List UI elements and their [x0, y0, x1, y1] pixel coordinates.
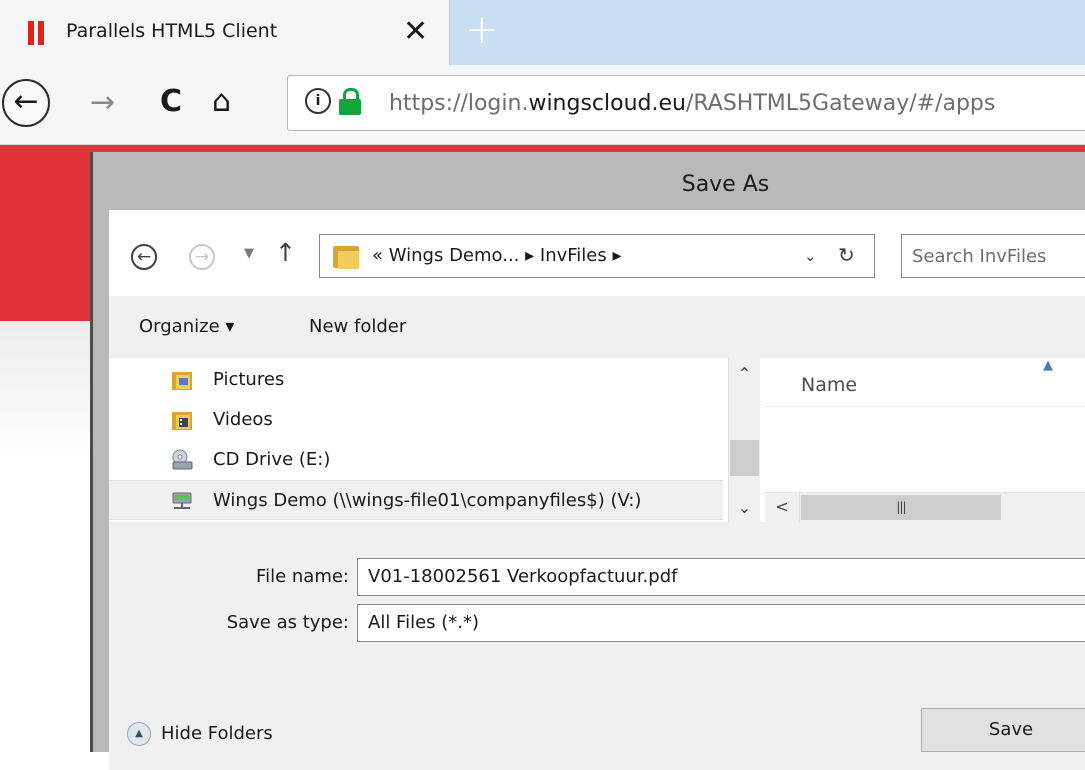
organize-menu[interactable]: Organize ▾	[139, 316, 234, 337]
forward-arrow-icon[interactable]: →	[90, 83, 115, 123]
browser-nav-bar: ← → C ⌂ i https://login.wingscloud.eu/RA…	[0, 65, 1085, 145]
parallels-logo-icon	[28, 21, 46, 45]
home-icon[interactable]: ⌂	[212, 82, 231, 122]
save-as-type-label: Save as type:	[226, 612, 349, 633]
scroll-down-icon[interactable]: ⌄	[729, 498, 760, 517]
nav-item-label: CD Drive (E:)	[213, 449, 331, 470]
url-bar[interactable]: i https://login.wingscloud.eu/RASHTML5Ga…	[287, 75, 1085, 131]
hide-folders-label[interactable]: Hide Folders	[161, 723, 273, 744]
search-input[interactable]	[912, 243, 1085, 269]
nav-item-videos[interactable]: Videos	[109, 400, 723, 440]
save-as-dialog: Save As ← → ▼ ↑ « Wings Demo... ▸ InvFil…	[90, 152, 1085, 770]
scroll-up-icon[interactable]: ⌃	[729, 364, 760, 383]
recent-locations-chevron-icon[interactable]: ▼	[244, 246, 254, 261]
navigation-pane: Pictures Videos CD Drive (E:) Wings Demo…	[109, 358, 723, 522]
save-button[interactable]: Save	[921, 708, 1085, 752]
folder-icon	[333, 243, 359, 269]
pictures-folder-icon	[172, 372, 192, 390]
nav-item-label: Pictures	[213, 369, 285, 390]
tab-title: Parallels HTML5 Client	[66, 20, 278, 42]
scroll-left-icon[interactable]: <	[765, 493, 800, 522]
network-drive-icon	[172, 492, 192, 509]
back-arrow-icon[interactable]: ←	[2, 79, 50, 127]
refresh-icon[interactable]: ↻	[838, 243, 855, 267]
address-row: ← → ▼ ↑ « Wings Demo... ▸ InvFiles ▸ ⌄ ↻	[109, 210, 1085, 296]
dialog-body: ← → ▼ ↑ « Wings Demo... ▸ InvFiles ▸ ⌄ ↻…	[109, 210, 1085, 770]
info-icon[interactable]: i	[305, 88, 331, 114]
save-form: File name: V01-18002561 Verkoopfactuur.p…	[109, 522, 1085, 770]
file-list-pane: ▲ Name < |||	[765, 358, 1085, 522]
nav-item-wings-demo[interactable]: Wings Demo (\\wings-file01\companyfiles$…	[109, 480, 723, 520]
column-header-name[interactable]: Name	[801, 374, 857, 396]
hscrollbar-thumb[interactable]: |||	[801, 495, 1001, 520]
save-as-type-select[interactable]: All Files (*.*)	[357, 604, 1085, 642]
nav-item-pictures[interactable]: Pictures	[109, 360, 723, 400]
file-name-label: File name:	[256, 566, 349, 587]
cd-drive-icon	[172, 449, 193, 470]
up-arrow-icon[interactable]: ↑	[275, 238, 296, 267]
nav-item-cd-drive[interactable]: CD Drive (E:)	[109, 440, 723, 480]
nav-item-label: Wings Demo (\\wings-file01\companyfiles$…	[213, 490, 642, 511]
collapse-up-icon[interactable]: ▲	[127, 722, 151, 746]
scrollbar-thumb[interactable]	[730, 440, 759, 476]
back-icon[interactable]: ←	[131, 244, 157, 270]
new-folder-button[interactable]: New folder	[309, 316, 406, 337]
column-divider	[765, 406, 1085, 407]
breadcrumb-path[interactable]: « Wings Demo... ▸ InvFiles ▸	[372, 245, 622, 266]
breadcrumb[interactable]: « Wings Demo... ▸ InvFiles ▸ ⌄ ↻	[319, 234, 875, 278]
sort-ascending-icon: ▲	[1043, 358, 1053, 373]
search-box[interactable]	[901, 234, 1085, 278]
chevron-down-icon[interactable]: ⌄	[804, 247, 817, 265]
videos-folder-icon	[172, 412, 192, 430]
dialog-toolbar: Organize ▾ New folder	[109, 296, 1085, 358]
reload-icon[interactable]: C	[160, 82, 182, 122]
browser-tab[interactable]: Parallels HTML5 Client ✕	[0, 0, 450, 65]
forward-icon[interactable]: →	[189, 244, 215, 270]
lock-icon[interactable]	[339, 88, 361, 115]
dialog-title: Save As	[681, 172, 770, 197]
browser-tab-bar: Parallels HTML5 Client ✕ +	[0, 0, 1085, 65]
file-list-hscrollbar[interactable]: < |||	[765, 492, 1085, 522]
close-tab-icon[interactable]: ✕	[403, 14, 428, 50]
url-text[interactable]: https://login.wingscloud.eu/RASHTML5Gate…	[389, 91, 995, 116]
nav-pane-scrollbar[interactable]: ⌃ ⌄	[728, 358, 760, 522]
new-tab-icon[interactable]: +	[465, 8, 499, 52]
nav-item-label: Videos	[213, 409, 273, 430]
file-name-field[interactable]: V01-18002561 Verkoopfactuur.pdf	[357, 558, 1085, 596]
